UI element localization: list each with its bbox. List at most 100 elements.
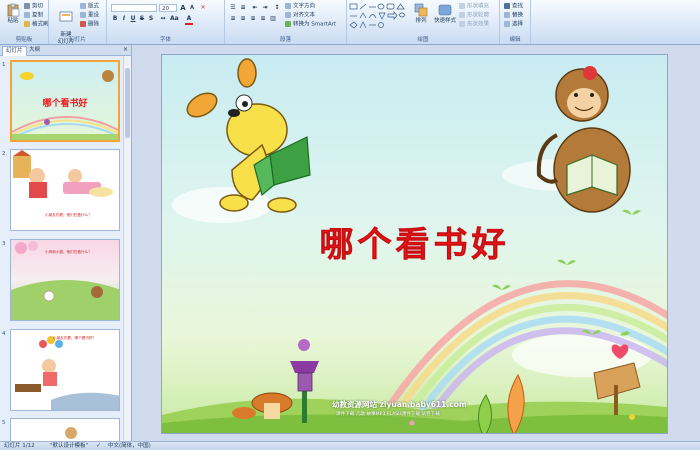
pane-tabs: 幻灯片 大纲 × [0, 45, 131, 56]
font-group: 20 A A ✕ B I U S S ↔ Aa A 字体 [107, 0, 225, 44]
clear-format-button[interactable]: ✕ [199, 4, 207, 12]
underline-button[interactable]: U [129, 15, 137, 23]
thumb2-caption: 小朋友们看，他们在做什么？ [45, 213, 92, 217]
tab-outline[interactable]: 大纲 [26, 46, 43, 55]
italic-button[interactable]: I [120, 15, 128, 23]
align-text-icon [285, 12, 291, 18]
align-text-label: 对齐文本 [293, 12, 316, 19]
layout-label: 版式 [88, 3, 100, 10]
effects-icon [459, 21, 465, 27]
lamp-illustration [232, 339, 319, 423]
quick-styles-button[interactable]: 快速样式 [433, 3, 457, 25]
shape-fill-button[interactable]: 形状填充 [459, 3, 489, 10]
align-right-button[interactable]: ≡ [249, 15, 257, 23]
bullets-button[interactable]: ☰ [229, 4, 237, 12]
font-group-label: 字体 [159, 37, 171, 43]
align-center-button[interactable]: ≡ [239, 15, 247, 23]
editing-group: 查找 替换 选择 编辑 [500, 0, 531, 44]
ribbon: 粘贴 剪切 复制 格式刷 剪贴板 新建 幻灯片 版式 重设 删除 幻灯片 20 … [0, 0, 700, 45]
smartart-button[interactable]: 转换为 SmartArt [285, 21, 336, 28]
align-left-button[interactable]: ≡ [229, 15, 237, 23]
thumb-number: 2 [2, 151, 6, 157]
paste-icon [7, 3, 20, 17]
thumb-number: 5 [2, 420, 6, 426]
slide-thumbnail-1[interactable]: 哪个看书好 [10, 60, 120, 142]
select-button[interactable]: 选择 [504, 21, 523, 28]
scrollbar-thumb[interactable] [125, 68, 130, 138]
arrange-icon [414, 3, 428, 17]
paste-label: 粘贴 [7, 18, 19, 24]
grow-font-button[interactable]: A [179, 4, 187, 12]
numbering-button[interactable]: ≡ [239, 4, 247, 12]
slide-site-text: 幼教资源网站 ziyuan.baby611.com [332, 400, 467, 409]
thumb5-art [65, 427, 77, 439]
text-direction-icon [285, 3, 291, 9]
shape-effects-label: 形状效果 [467, 21, 490, 28]
replace-button[interactable]: 替换 [504, 12, 523, 19]
layout-icon [80, 3, 86, 9]
font-size-combo[interactable]: 20 [159, 4, 177, 12]
reset-button[interactable]: 重设 [80, 12, 99, 19]
cursor-icon [504, 21, 510, 27]
editing-group-label: 编辑 [509, 37, 521, 43]
slide-thumbnail-5[interactable] [10, 418, 120, 441]
slide-editor: 哪个看书好 幼教资源网站 ziyuan.baby611.com 课件下载 儿歌 … [132, 45, 700, 441]
layout-button[interactable]: 版式 [80, 3, 99, 10]
justify-button[interactable]: ≡ [259, 15, 267, 23]
bold-button[interactable]: B [111, 15, 119, 23]
slide-thumbnail-4[interactable]: 小朋友们看，哪个看书好？ [10, 329, 120, 411]
cut-button[interactable]: 剪切 [24, 3, 43, 10]
paragraph-group-label: 段落 [279, 37, 291, 43]
delete-icon [80, 21, 86, 27]
reset-icon [80, 12, 86, 18]
font-color-button[interactable]: A [185, 15, 193, 25]
smartart-icon [285, 21, 291, 27]
close-pane-icon[interactable]: × [123, 46, 128, 54]
delete-slide-button[interactable]: 删除 [80, 21, 99, 28]
shape-effects-button[interactable]: 形状效果 [459, 21, 489, 28]
slide-title[interactable]: 哪个看书好 [162, 217, 667, 266]
new-slide-icon [59, 11, 73, 22]
text-direction-button[interactable]: 文字方向 [285, 3, 315, 10]
thumbnail-scrollbar[interactable] [123, 56, 131, 440]
char-spacing-button[interactable]: ↔ [159, 15, 167, 23]
thumb1-caption: 哪个看书好 [42, 99, 88, 109]
paragraph-group: ☰ ≡ ⇤ ⇥ ↕ ≡ ≡ ≡ ≡ ▥ 文字方向 对齐文本 转换为 SmartA… [225, 0, 347, 44]
format-painter-button[interactable]: 格式刷 [24, 21, 49, 28]
line-spacing-button[interactable]: ↕ [273, 4, 281, 12]
font-name-combo[interactable] [111, 4, 157, 12]
decrease-indent-button[interactable]: ⇤ [251, 4, 259, 12]
slide-thumbnail-3[interactable]: 小狗和小猫，他们在做什么？ [10, 239, 120, 321]
arrange-button[interactable]: 排列 [410, 3, 432, 25]
smartart-label: 转换为 SmartArt [293, 21, 337, 28]
replace-icon [504, 12, 510, 18]
find-button[interactable]: 查找 [504, 3, 523, 10]
format-painter-label: 格式刷 [32, 21, 49, 28]
shadow-button[interactable]: S [147, 15, 155, 23]
tab-slides[interactable]: 幻灯片 [2, 46, 27, 56]
shape-outline-button[interactable]: 形状轮廓 [459, 12, 489, 19]
pen-icon [459, 12, 465, 18]
paste-button[interactable]: 粘贴 [2, 3, 24, 25]
shrink-font-button[interactable]: A [188, 4, 196, 12]
thumb3-caption: 小狗和小猫，他们在做什么？ [45, 250, 92, 254]
slides-group-label: 幻灯片 [69, 37, 86, 43]
change-case-button[interactable]: Aa [170, 15, 179, 23]
copy-button[interactable]: 复制 [24, 12, 43, 19]
strikethrough-button[interactable]: S [138, 15, 146, 23]
text-direction-label: 文字方向 [293, 3, 316, 10]
thumb4-caption: 小朋友们看，哪个看书好？ [53, 336, 97, 340]
shape-outline-label: 形状轮廓 [467, 12, 490, 19]
quick-styles-icon [438, 4, 452, 16]
increase-indent-button[interactable]: ⇥ [261, 4, 269, 12]
current-slide[interactable]: 哪个看书好 幼教资源网站 ziyuan.baby611.com 课件下载 儿歌 … [162, 55, 667, 433]
align-text-button[interactable]: 对齐文本 [285, 12, 315, 19]
select-label: 选择 [512, 21, 524, 28]
clipboard-group-label: 剪贴板 [15, 37, 33, 43]
slide-thumbnail-2[interactable]: 小朋友们看，他们在做什么？ [10, 149, 120, 231]
slides-pane: 幻灯片 大纲 × 1 哪个看书好 2 小朋友们看，他们在做什么？ 3 小狗和小猫… [0, 45, 132, 441]
thumb-number: 1 [2, 62, 6, 68]
columns-button[interactable]: ▥ [269, 15, 277, 23]
shapes-gallery[interactable] [349, 3, 407, 29]
thumb-number: 3 [2, 241, 6, 247]
